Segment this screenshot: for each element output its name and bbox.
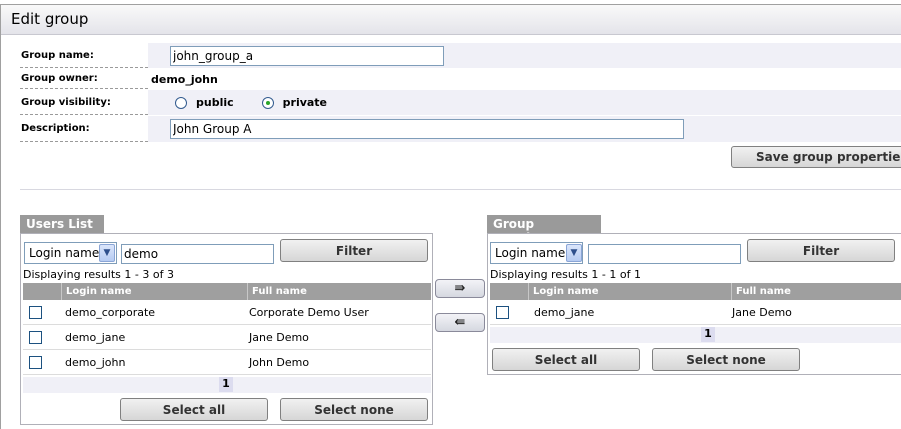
users-page-number[interactable]: 1 [219, 377, 233, 392]
members-col-fullname[interactable]: Full name [731, 283, 901, 300]
chevron-down-icon[interactable]: ▼ [99, 244, 115, 262]
group-name-input[interactable] [170, 45, 444, 66]
users-pager: 1 [23, 377, 431, 393]
group-visibility-cell: public private [148, 90, 901, 115]
fullname-cell: Corporate Demo User [249, 305, 369, 319]
members-filter-button[interactable]: Filter [747, 239, 895, 262]
members-search-input[interactable] [588, 244, 741, 264]
fullname-cell: Jane Demo [732, 305, 792, 319]
users-select-none-button[interactable]: Select none [280, 398, 428, 421]
row-checkbox[interactable] [496, 305, 509, 319]
add-to-group-button[interactable]: ⇛ [435, 279, 485, 298]
fullname-cell: John Demo [249, 355, 310, 369]
visibility-private-label[interactable]: private [283, 96, 327, 109]
members-col-login[interactable]: Login name [528, 283, 730, 300]
group-owner-row: Group owner: demo_john [20, 69, 901, 89]
row-checkbox-cell [25, 325, 42, 349]
description-cell [148, 116, 901, 142]
users-col-login[interactable]: Login name [61, 283, 246, 300]
row-checkbox[interactable] [29, 330, 42, 344]
login-cell: demo_jane [65, 330, 126, 344]
description-input[interactable] [170, 119, 684, 139]
title-bar: Edit group [1, 5, 901, 35]
section-divider [20, 189, 901, 190]
row-checkbox[interactable] [29, 305, 42, 319]
double-arrow-left-icon: ⇚ [454, 315, 466, 330]
table-row: demo_john John Demo [23, 350, 431, 375]
row-checkbox[interactable] [29, 355, 42, 369]
group-owner-label: Group owner: [20, 69, 148, 89]
row-checkbox-cell [492, 300, 509, 324]
members-grid-header: Login name Full name [490, 283, 901, 300]
group-visibility-row: Group visibility: public private [20, 90, 901, 115]
chevron-down-icon[interactable]: ▼ [566, 244, 582, 262]
members-select-none-button[interactable]: Select none [652, 348, 800, 371]
double-arrow-right-icon: ⇛ [454, 281, 466, 296]
table-row: demo_jane Jane Demo [23, 325, 431, 350]
visibility-private-radio[interactable] [261, 96, 274, 109]
users-filter-button[interactable]: Filter [280, 239, 428, 262]
group-name-row: Group name: [20, 43, 901, 68]
members-pager: 1 [490, 327, 901, 343]
users-grid-header: Login name Full name [23, 283, 431, 300]
group-owner-value: demo_john [151, 72, 218, 86]
login-cell: demo_john [65, 355, 126, 369]
members-results-text: Displaying results 1 - 1 of 1 [490, 268, 641, 281]
users-select-all-button[interactable]: Select all [120, 398, 268, 421]
group-owner-cell: demo_john [148, 69, 901, 89]
group-name-label: Group name: [20, 43, 148, 68]
login-cell: demo_jane [534, 305, 595, 319]
members-page-number[interactable]: 1 [701, 327, 715, 342]
table-row: demo_corporate Corporate Demo User [23, 300, 431, 325]
visibility-public-label[interactable]: public [196, 96, 234, 109]
users-results-text: Displaying results 1 - 3 of 3 [23, 268, 174, 281]
group-visibility-label: Group visibility: [20, 90, 148, 115]
row-checkbox-cell [25, 300, 42, 324]
group-members-tab: Group members [487, 215, 601, 245]
group-name-cell [148, 43, 901, 68]
members-select-all-button[interactable]: Select all [492, 348, 640, 371]
fullname-cell: Jane Demo [249, 330, 309, 344]
users-list-tab: Users List [20, 215, 104, 233]
row-checkbox-cell [25, 350, 42, 374]
users-col-fullname[interactable]: Full name [247, 283, 431, 300]
description-row: Description: [20, 116, 901, 142]
login-cell: demo_corporate [65, 305, 156, 319]
save-group-properties-button[interactable]: Save group properties [731, 146, 901, 168]
description-label: Description: [20, 116, 148, 142]
users-search-input[interactable] [121, 244, 274, 264]
table-row: demo_jane Jane Demo [490, 300, 901, 325]
remove-from-group-button[interactable]: ⇚ [435, 313, 485, 332]
page-title: Edit group [11, 10, 89, 28]
visibility-public-radio[interactable] [175, 96, 187, 109]
